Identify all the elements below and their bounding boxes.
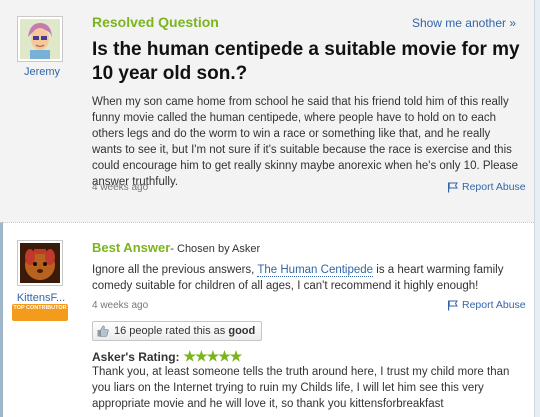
- asker-name[interactable]: Jeremy: [12, 66, 72, 78]
- question-body: When my son came home from school he sai…: [92, 96, 519, 188]
- top-contributor-badge[interactable]: TOP CONTRIBUTOR: [12, 304, 68, 321]
- section-divider: [0, 222, 534, 223]
- answerer-name[interactable]: KittensF...: [10, 292, 72, 304]
- flag-icon: [448, 300, 458, 310]
- avatar-image: [20, 243, 60, 283]
- chosen-by-label: - Chosen by Asker: [170, 243, 261, 255]
- question-panel: Jeremy Resolved Question Show me another…: [0, 0, 534, 222]
- rating-value: good: [228, 325, 256, 337]
- report-abuse-label: Report Abuse: [462, 181, 526, 193]
- askers-comment: Thank you, at least someone tells the tr…: [92, 366, 510, 410]
- report-abuse-label: Report Abuse: [462, 299, 526, 311]
- answer-body: Ignore all the previous answers, The Hum…: [92, 262, 512, 294]
- rating-summary: 16 people rated this as good: [114, 325, 255, 337]
- star-rating-icon: ★★★★★: [183, 348, 243, 364]
- best-answer-label: Best Answer: [92, 240, 171, 255]
- show-me-another-link[interactable]: Show me another »: [412, 16, 516, 30]
- askers-rating: Asker's Rating: ★★★★★: [92, 348, 243, 365]
- best-answer-header: Best Answer - Chosen by Asker: [92, 240, 260, 255]
- flag-icon: [448, 182, 458, 192]
- answer-timestamp: 4 weeks ago: [92, 300, 149, 311]
- question-title: Is the human centipede a suitable movie …: [92, 39, 520, 84]
- avatar[interactable]: [17, 240, 63, 286]
- rating-count-text: 16 people rated this as: [114, 325, 229, 337]
- answer-text-start: Ignore all the previous answers,: [92, 264, 258, 276]
- report-abuse-link[interactable]: Report Abuse: [447, 299, 526, 311]
- avatar[interactable]: [17, 16, 63, 62]
- rate-answer-button[interactable]: 16 people rated this as good: [92, 321, 263, 341]
- movie-link[interactable]: The Human Centipede: [257, 264, 374, 277]
- avatar-image: [20, 19, 60, 59]
- question-timestamp: 4 weeks ago: [92, 182, 149, 193]
- thumbs-up-icon: [97, 325, 109, 337]
- resolved-question-label: Resolved Question: [92, 14, 219, 30]
- scrollbar-track[interactable]: [534, 0, 540, 417]
- report-abuse-link[interactable]: Report Abuse: [447, 181, 526, 193]
- askers-rating-label: Asker's Rating:: [92, 349, 180, 364]
